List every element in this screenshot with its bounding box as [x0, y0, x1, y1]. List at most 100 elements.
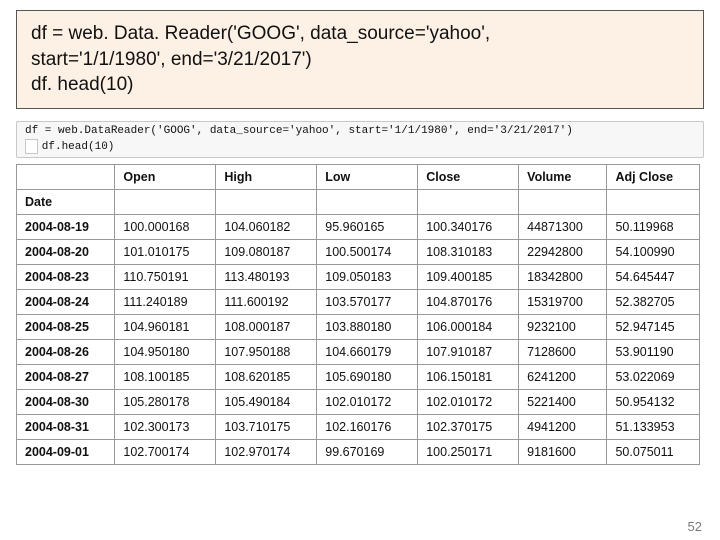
cell: 103.880180	[317, 314, 418, 339]
page-number: 52	[688, 519, 702, 534]
col-header: High	[216, 164, 317, 189]
cell: 53.022069	[607, 364, 700, 389]
cell: 105.280178	[115, 389, 216, 414]
slide: df = web. Data. Reader('GOOG', data_sour…	[0, 0, 720, 540]
row-index: 2004-08-26	[17, 339, 115, 364]
code-line-1: df = web.DataReader('GOOG', data_source=…	[25, 125, 573, 137]
cell: 4941200	[519, 414, 607, 439]
row-index: 2004-08-20	[17, 239, 115, 264]
cell: 50.119968	[607, 214, 700, 239]
cell: 18342800	[519, 264, 607, 289]
cell: 9181600	[519, 439, 607, 464]
cell: 52.382705	[607, 289, 700, 314]
code-cell: df = web.DataReader('GOOG', data_source=…	[16, 121, 704, 158]
blank-header	[115, 189, 216, 214]
in-prompt-bracket	[25, 139, 38, 155]
banner-line-2: start='1/1/1980', end='3/21/2017')	[31, 47, 689, 73]
cell: 54.645447	[607, 264, 700, 289]
cell: 102.010172	[418, 389, 519, 414]
row-index: 2004-08-27	[17, 364, 115, 389]
cell: 102.970174	[216, 439, 317, 464]
cell: 106.000184	[418, 314, 519, 339]
table-index-name-row: Date	[17, 189, 700, 214]
table-row: 2004-08-23 110.750191 113.480193 109.050…	[17, 264, 700, 289]
cell: 111.600192	[216, 289, 317, 314]
cell: 22942800	[519, 239, 607, 264]
cell: 44871300	[519, 214, 607, 239]
col-header: Volume	[519, 164, 607, 189]
cell: 102.010172	[317, 389, 418, 414]
cell: 53.901190	[607, 339, 700, 364]
cell: 50.075011	[607, 439, 700, 464]
row-index: 2004-08-25	[17, 314, 115, 339]
code-line-2: df.head(10)	[42, 141, 115, 153]
cell: 103.710175	[216, 414, 317, 439]
blank-header	[216, 189, 317, 214]
cell: 104.660179	[317, 339, 418, 364]
cell: 111.240189	[115, 289, 216, 314]
cell: 105.490184	[216, 389, 317, 414]
cell: 7128600	[519, 339, 607, 364]
table-row: 2004-08-30 105.280178 105.490184 102.010…	[17, 389, 700, 414]
cell: 105.690180	[317, 364, 418, 389]
cell: 102.300173	[115, 414, 216, 439]
cell: 9232100	[519, 314, 607, 339]
col-header: Adj Close	[607, 164, 700, 189]
cell: 104.950180	[115, 339, 216, 364]
cell: 100.500174	[317, 239, 418, 264]
cell: 102.700174	[115, 439, 216, 464]
cell: 100.000168	[115, 214, 216, 239]
cell: 50.954132	[607, 389, 700, 414]
row-index: 2004-08-30	[17, 389, 115, 414]
table-row: 2004-08-19 100.000168 104.060182 95.9601…	[17, 214, 700, 239]
cell: 95.960165	[317, 214, 418, 239]
table-row: 2004-08-31 102.300173 103.710175 102.160…	[17, 414, 700, 439]
index-name: Date	[17, 189, 115, 214]
cell: 108.620185	[216, 364, 317, 389]
banner-line-3: df. head(10)	[31, 72, 689, 98]
row-index: 2004-08-31	[17, 414, 115, 439]
cell: 52.947145	[607, 314, 700, 339]
cell: 54.100990	[607, 239, 700, 264]
cell: 106.150181	[418, 364, 519, 389]
col-header: Low	[317, 164, 418, 189]
cell: 6241200	[519, 364, 607, 389]
cell: 15319700	[519, 289, 607, 314]
cell: 110.750191	[115, 264, 216, 289]
blank-header	[519, 189, 607, 214]
table-row: 2004-08-25 104.960181 108.000187 103.880…	[17, 314, 700, 339]
cell: 104.060182	[216, 214, 317, 239]
table-row: 2004-09-01 102.700174 102.970174 99.6701…	[17, 439, 700, 464]
table-body: 2004-08-19 100.000168 104.060182 95.9601…	[17, 214, 700, 464]
cell: 108.100185	[115, 364, 216, 389]
cell: 109.050183	[317, 264, 418, 289]
row-index: 2004-08-23	[17, 264, 115, 289]
cell: 102.160176	[317, 414, 418, 439]
table-row: 2004-08-26 104.950180 107.950188 104.660…	[17, 339, 700, 364]
cell: 99.670169	[317, 439, 418, 464]
cell: 104.870176	[418, 289, 519, 314]
banner-line-1: df = web. Data. Reader('GOOG', data_sour…	[31, 21, 689, 47]
cell: 107.950188	[216, 339, 317, 364]
cell: 51.133953	[607, 414, 700, 439]
table-row: 2004-08-27 108.100185 108.620185 105.690…	[17, 364, 700, 389]
cell: 109.080187	[216, 239, 317, 264]
table-row: 2004-08-20 101.010175 109.080187 100.500…	[17, 239, 700, 264]
dataframe-output: Open High Low Close Volume Adj Close Dat…	[16, 164, 704, 465]
cell: 108.310183	[418, 239, 519, 264]
cell: 5221400	[519, 389, 607, 414]
cell: 102.370175	[418, 414, 519, 439]
row-index: 2004-08-19	[17, 214, 115, 239]
cell: 108.000187	[216, 314, 317, 339]
cell: 107.910187	[418, 339, 519, 364]
col-header: Close	[418, 164, 519, 189]
blank-header	[418, 189, 519, 214]
dataframe-table: Open High Low Close Volume Adj Close Dat…	[16, 164, 700, 465]
cell: 113.480193	[216, 264, 317, 289]
cell: 100.340176	[418, 214, 519, 239]
row-index: 2004-09-01	[17, 439, 115, 464]
blank-header	[317, 189, 418, 214]
cell: 104.960181	[115, 314, 216, 339]
cell: 109.400185	[418, 264, 519, 289]
col-header: Open	[115, 164, 216, 189]
